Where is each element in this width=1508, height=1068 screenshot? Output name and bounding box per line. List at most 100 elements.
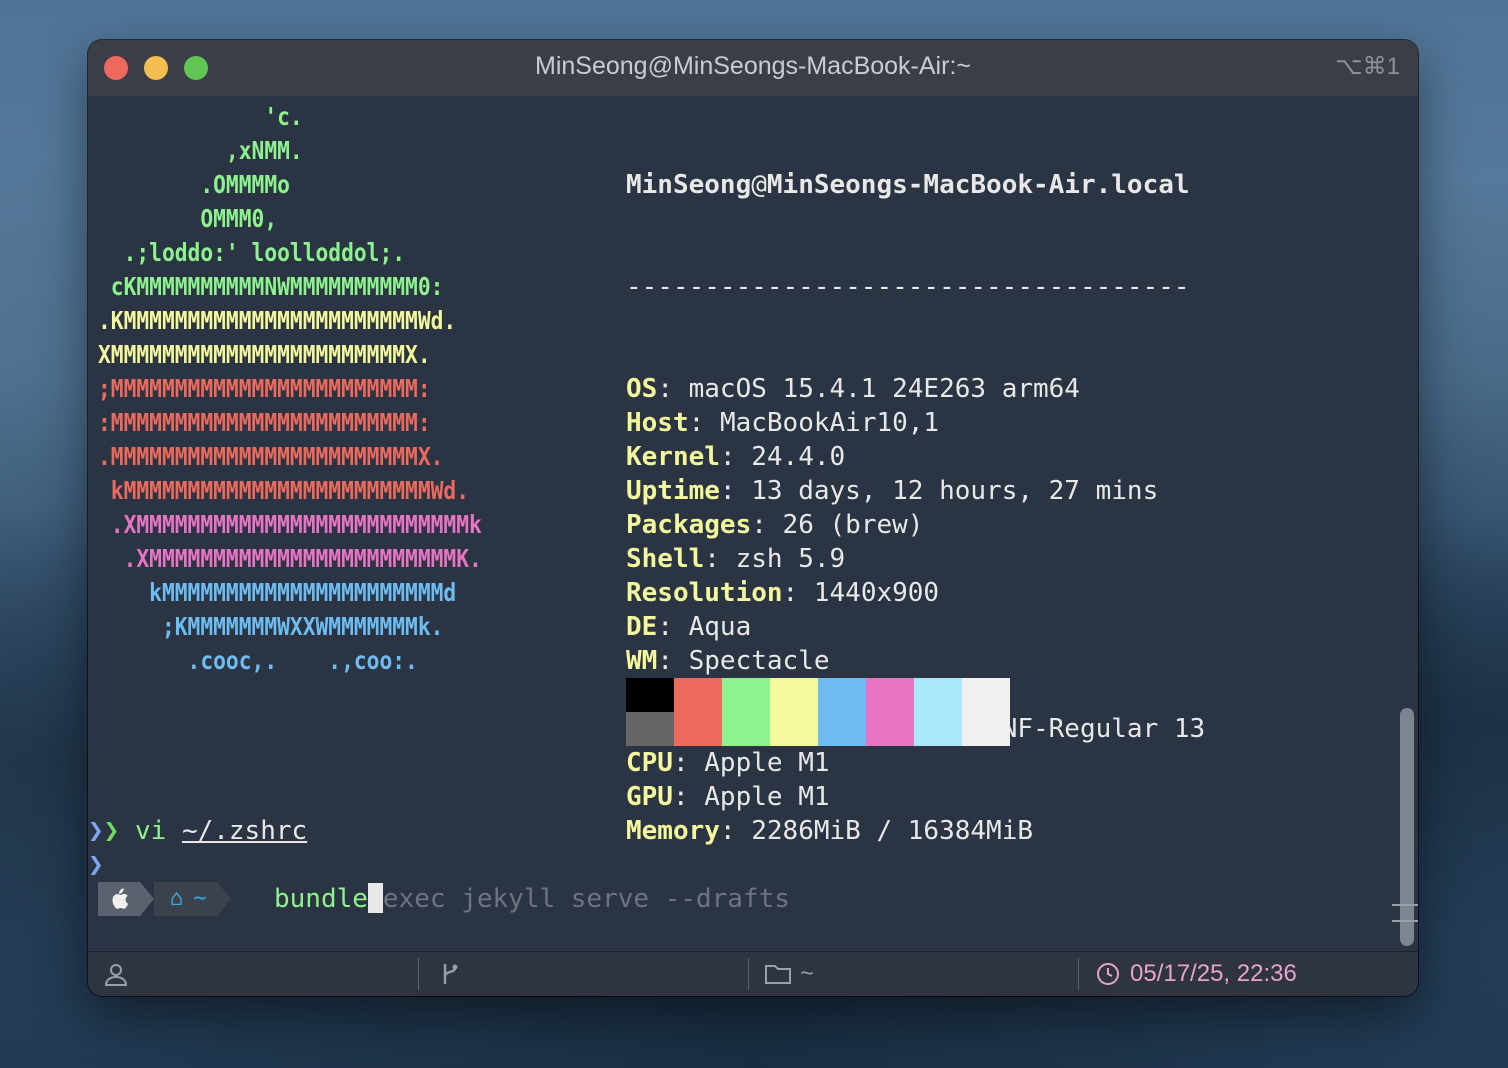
status-clock-segment[interactable]: 05/17/25, 22:36 — [1096, 952, 1297, 996]
prompt-chevron-icon: ❯ — [103, 816, 120, 846]
status-divider — [1078, 958, 1079, 990]
window-title: MinSeong@MinSeongs-MacBook-Air:~ — [535, 52, 971, 80]
info-key: DE — [626, 612, 658, 642]
user-icon — [104, 964, 128, 986]
info-key: Host — [626, 408, 689, 438]
info-key: Packages — [626, 510, 752, 540]
apple-icon — [98, 882, 140, 916]
status-git-segment[interactable] — [440, 952, 460, 996]
status-bar: ~ 05/17/25, 22:36 — [88, 951, 1418, 996]
powerline-dir: ~ — [193, 886, 207, 911]
prompt-chevron-icon: ❯ — [88, 850, 104, 880]
status-dir-segment[interactable]: ~ — [764, 952, 814, 996]
info-colon: : — [657, 374, 689, 404]
separator-line: ------------------------------------ — [626, 272, 1190, 302]
info-value: Apple M1 — [704, 748, 830, 778]
info-colon: : — [782, 578, 814, 608]
logo-line: .cooc,. .,coo:. — [98, 646, 418, 675]
home-icon: ⌂ — [170, 886, 184, 911]
info-colon: : — [657, 646, 689, 676]
info-colon: : — [719, 476, 752, 506]
info-value: 26 (brew) — [782, 510, 924, 540]
clock-icon — [1097, 963, 1119, 985]
color-swatch — [866, 712, 914, 746]
status-divider — [748, 958, 749, 990]
info-value: 2286MiB / 16384MiB — [751, 816, 1033, 846]
logo-line: ,xNMM. — [98, 136, 303, 165]
info-key: Kernel — [626, 442, 720, 472]
info-key: Shell — [626, 544, 705, 574]
info-colon: : — [672, 748, 705, 778]
status-user-segment[interactable] — [104, 952, 128, 996]
info-key: Memory — [626, 816, 720, 846]
info-value: Aqua — [688, 612, 752, 642]
text-cursor — [367, 883, 383, 913]
git-branch-icon — [443, 964, 458, 984]
neofetch-info: MinSeong@MinSeongs-MacBook-Air.local ---… — [626, 100, 1205, 916]
info-value: Spectacle — [688, 646, 830, 676]
info-colon: : — [704, 544, 736, 574]
title-bar[interactable]: MinSeong@MinSeongs-MacBook-Air:~ ⌥⌘1 — [88, 40, 1418, 97]
powerline-dir-segment: ⌂ ~ — [154, 882, 217, 916]
color-swatch — [914, 678, 962, 712]
resize-grip-icon[interactable] — [1392, 904, 1418, 922]
logo-line: .;loddo:' loolloddol;. — [98, 238, 406, 267]
info-row: Kernel: 24.4.0 — [626, 440, 1205, 474]
color-swatch — [770, 712, 818, 746]
info-value: 24.4.0 — [751, 442, 846, 472]
logo-line: ;KMMMMMMMWXXWMMMMMMMk. — [98, 612, 444, 641]
info-row: CPU: Apple M1 — [626, 746, 1205, 780]
status-dir: ~ — [800, 960, 815, 987]
info-row: Shell: zsh 5.9 — [626, 542, 1205, 576]
color-swatch — [626, 678, 674, 712]
command-input[interactable]: bundle exec jekyll serve --drafts — [274, 882, 790, 916]
color-palette — [626, 678, 1010, 746]
status-datetime: 05/17/25, 22:36 — [1130, 960, 1297, 987]
logo-line: cKMMMMMMMMMMNWMMMMMMMMMM0: — [98, 272, 444, 301]
color-swatch — [962, 712, 1010, 746]
info-row: Uptime: 13 days, 12 hours, 27 mins — [626, 474, 1205, 508]
info-row: OS: macOS 15.4.1 24E263 arm64 — [626, 372, 1205, 406]
info-colon: : — [688, 408, 720, 438]
info-key: WM — [626, 646, 658, 676]
info-key: OS — [626, 374, 658, 404]
info-key: Resolution — [626, 578, 783, 608]
color-swatch — [674, 712, 722, 746]
autosuggestion: exec jekyll serve --drafts — [382, 884, 790, 914]
color-swatch — [818, 712, 866, 746]
at-sign: @ — [751, 170, 767, 200]
info-row: Host: MacBookAir10,1 — [626, 406, 1205, 440]
apple-ascii-logo: 'c. ,xNMM. .OMMMMo OMMM0, .;loddo:' lool… — [98, 100, 482, 678]
history-prompt-line: ❯❯ vi ~/.zshrc — [88, 814, 307, 848]
logo-line: .XMMMMMMMMMMMMMMMMMMMMMMMMMMk — [98, 510, 482, 539]
logo-line: .MMMMMMMMMMMMMMMMMMMMMMMMX. — [98, 442, 444, 471]
info-row: Memory: 2286MiB / 16384MiB — [626, 814, 1205, 848]
user-host-line: MinSeong@MinSeongs-MacBook-Air.local — [626, 168, 1205, 202]
info-key: Uptime — [626, 476, 720, 506]
info-value: 1440x900 — [813, 578, 940, 608]
logo-line: kMMMMMMMMMMMMMMMMMMMMMMMMWd. — [98, 476, 470, 505]
info-row: WM: Spectacle — [626, 644, 1205, 678]
terminal-window[interactable]: MinSeong@MinSeongs-MacBook-Air:~ ⌥⌘1 'c.… — [88, 40, 1418, 996]
color-swatch — [674, 678, 722, 712]
info-colon: : — [719, 442, 752, 472]
color-swatch — [770, 678, 818, 712]
color-swatch — [626, 712, 674, 746]
color-swatch — [722, 678, 770, 712]
info-row: GPU: Apple M1 — [626, 780, 1205, 814]
info-value: 13 days, 12 hours, 27 mins — [751, 476, 1159, 506]
info-row: Resolution: 1440x900 — [626, 576, 1205, 610]
logo-line: XMMMMMMMMMMMMMMMMMMMMMMMX. — [98, 340, 431, 369]
powerline-prompt: ⌂ ~ — [98, 882, 231, 916]
host-name: MinSeongs-MacBook-Air.local — [766, 170, 1190, 200]
logo-line: .XMMMMMMMMMMMMMMMMMMMMMMMMK. — [98, 544, 482, 573]
powerline-separator — [216, 882, 231, 916]
info-colon: : — [719, 816, 752, 846]
color-swatch — [914, 712, 962, 746]
color-swatch — [722, 712, 770, 746]
logo-line: :MMMMMMMMMMMMMMMMMMMMMMMM: — [98, 408, 431, 437]
info-colon: : — [751, 510, 783, 540]
status-divider — [418, 958, 419, 990]
terminal-content[interactable]: 'c. ,xNMM. .OMMMMo OMMM0, .;loddo:' lool… — [88, 96, 1418, 952]
color-swatch — [962, 678, 1010, 712]
